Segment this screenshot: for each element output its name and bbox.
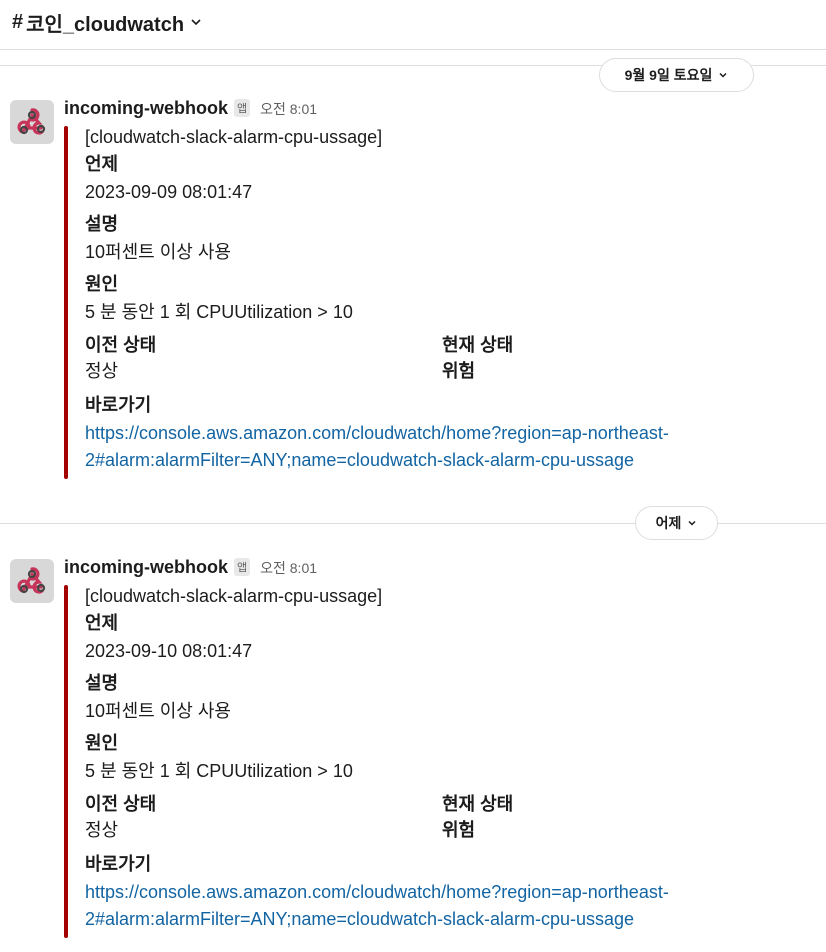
message: incoming-webhook 앱 오전 8:01 [cloudwatch-s… [0, 98, 826, 480]
field-label-when: 언제 [85, 613, 119, 633]
date-divider-label: 9월 9일 토요일 [624, 67, 713, 83]
field-value-cause: 5 분 동안 1 회 CPUUtilization > 10 [85, 302, 353, 322]
alarm-title: [cloudwatch-slack-alarm-cpu-ussage] [85, 127, 383, 147]
webhook-icon [17, 567, 46, 594]
field-value-previous-state: 정상 [85, 820, 119, 840]
message-header: incoming-webhook 앱 오전 8:01 [64, 98, 317, 119]
chevron-down-icon [719, 72, 727, 78]
chevron-down-icon [191, 19, 201, 26]
field-label-when: 언제 [85, 154, 119, 174]
field-label-previous-state: 이전 상태 [85, 335, 157, 355]
alarm-link-continued[interactable]: 2#alarm:alarmFilter=ANY;name=cloudwatch-… [85, 906, 634, 933]
field-value-previous-state: 정상 [85, 361, 119, 381]
sender-name[interactable]: incoming-webhook [64, 98, 228, 119]
field-label-link: 바로가기 [85, 854, 152, 874]
field-value-when: 2023-09-09 08:01:47 [85, 182, 253, 202]
app-badge: 앱 [234, 99, 251, 117]
alarm-link[interactable]: https://console.aws.amazon.com/cloudwatc… [85, 879, 669, 906]
field-value-cause: 5 분 동안 1 회 CPUUtilization > 10 [85, 761, 353, 781]
attachment-color-bar [64, 585, 68, 938]
field-label-link: 바로가기 [85, 395, 152, 415]
channel-name: 코인_cloudwatch [26, 13, 185, 36]
field-value-description: 10퍼센트 이상 사용 [85, 701, 231, 721]
date-divider-button[interactable]: 어제 [635, 506, 718, 540]
date-divider-button[interactable]: 9월 9일 토요일 [599, 58, 754, 92]
webhook-icon [17, 108, 46, 135]
alarm-link[interactable]: https://console.aws.amazon.com/cloudwatc… [85, 420, 669, 447]
field-label-current-state: 현재 상태 [442, 794, 514, 814]
message-header: incoming-webhook 앱 오전 8:01 [64, 557, 317, 578]
channel-header: # 코인_cloudwatch [0, 0, 826, 50]
channel-name-button[interactable]: # 코인_cloudwatch [12, 8, 202, 36]
avatar[interactable] [10, 559, 54, 603]
field-value-current-state: 위험 [442, 361, 476, 381]
attachment-color-bar [64, 126, 68, 479]
alarm-link-continued[interactable]: 2#alarm:alarmFilter=ANY;name=cloudwatch-… [85, 447, 634, 474]
field-label-cause: 원인 [85, 733, 119, 753]
field-label-cause: 원인 [85, 274, 119, 294]
timestamp[interactable]: 오전 8:01 [260, 558, 317, 578]
field-value-when: 2023-09-10 08:01:47 [85, 641, 253, 661]
field-label-previous-state: 이전 상태 [85, 794, 157, 814]
message: incoming-webhook 앱 오전 8:01 [cloudwatch-s… [0, 557, 826, 944]
sender-name[interactable]: incoming-webhook [64, 557, 228, 578]
hash-icon: # [12, 10, 24, 33]
app-badge: 앱 [234, 558, 251, 576]
chevron-down-icon [688, 520, 696, 526]
field-label-current-state: 현재 상태 [442, 335, 514, 355]
field-label-description: 설명 [85, 673, 119, 693]
field-label-description: 설명 [85, 214, 119, 234]
field-value-description: 10퍼센트 이상 사용 [85, 242, 231, 262]
field-value-current-state: 위험 [442, 820, 476, 840]
alarm-title: [cloudwatch-slack-alarm-cpu-ussage] [85, 586, 383, 606]
timestamp[interactable]: 오전 8:01 [260, 99, 317, 119]
date-divider-label: 어제 [655, 515, 682, 531]
avatar[interactable] [10, 100, 54, 144]
